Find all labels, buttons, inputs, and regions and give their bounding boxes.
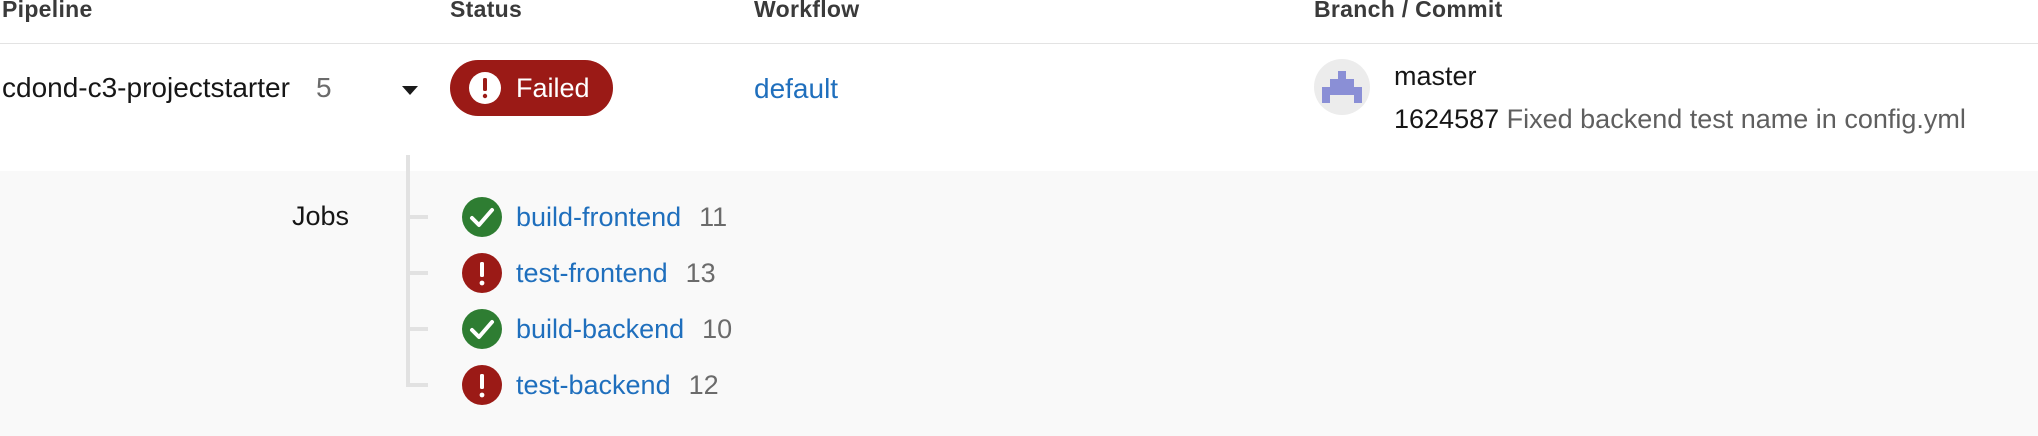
- pipeline-name: cdond-c3-projectstarter: [2, 72, 290, 103]
- job-number: 13: [685, 257, 716, 288]
- check-circle-icon: [462, 197, 502, 237]
- commit-line: 1624587 Fixed backend test name in confi…: [1394, 104, 1966, 135]
- exclamation-circle-icon: [469, 72, 501, 104]
- job-row: build-frontend 11: [406, 195, 727, 239]
- header-workflow: Workflow: [754, 0, 860, 22]
- expand-jobs-toggle[interactable]: [398, 82, 422, 100]
- commit-hash: 1624587: [1394, 104, 1500, 134]
- tree-branch: [406, 215, 428, 219]
- workflow-link[interactable]: default: [754, 73, 838, 105]
- exclamation-circle-icon: [462, 365, 502, 405]
- exclamation-circle-icon: [462, 253, 502, 293]
- header-status: Status: [450, 0, 523, 22]
- job-link[interactable]: build-backend: [516, 314, 684, 345]
- pipeline-number: 5: [316, 72, 332, 103]
- job-link[interactable]: test-frontend: [516, 258, 668, 289]
- check-circle-icon: [462, 309, 502, 349]
- job-link[interactable]: build-frontend: [516, 202, 681, 233]
- branch-name: master: [1394, 61, 1477, 91]
- job-number: 10: [702, 313, 733, 344]
- tree-branch: [406, 383, 428, 387]
- pipeline-row: cdond-c3-projectstarter 5 Failed default…: [0, 44, 2038, 171]
- job-link[interactable]: test-backend: [516, 370, 671, 401]
- avatar: [1314, 59, 1370, 115]
- job-number: 11: [699, 201, 728, 232]
- job-number: 12: [688, 369, 719, 400]
- table-header: Pipeline Status Workflow Branch / Commit: [0, 0, 2038, 44]
- job-row: test-frontend 13: [406, 251, 716, 295]
- job-row: build-backend 10: [406, 307, 732, 351]
- tree-branch: [406, 271, 428, 275]
- header-branch-commit: Branch / Commit: [1314, 0, 1503, 22]
- tree-branch: [406, 327, 428, 331]
- jobs-label: Jobs: [292, 201, 350, 231]
- job-row: test-backend 12: [406, 363, 719, 407]
- identicon-icon: [1322, 71, 1362, 103]
- header-pipeline: Pipeline: [2, 0, 93, 22]
- status-badge[interactable]: Failed: [450, 60, 613, 116]
- caret-down-icon: [402, 86, 418, 95]
- status-label: Failed: [516, 72, 590, 103]
- commit-message: Fixed backend test name in config.yml: [1506, 104, 1966, 134]
- jobs-panel: Jobs build-frontend 11 test-frontend 13 …: [0, 155, 2038, 436]
